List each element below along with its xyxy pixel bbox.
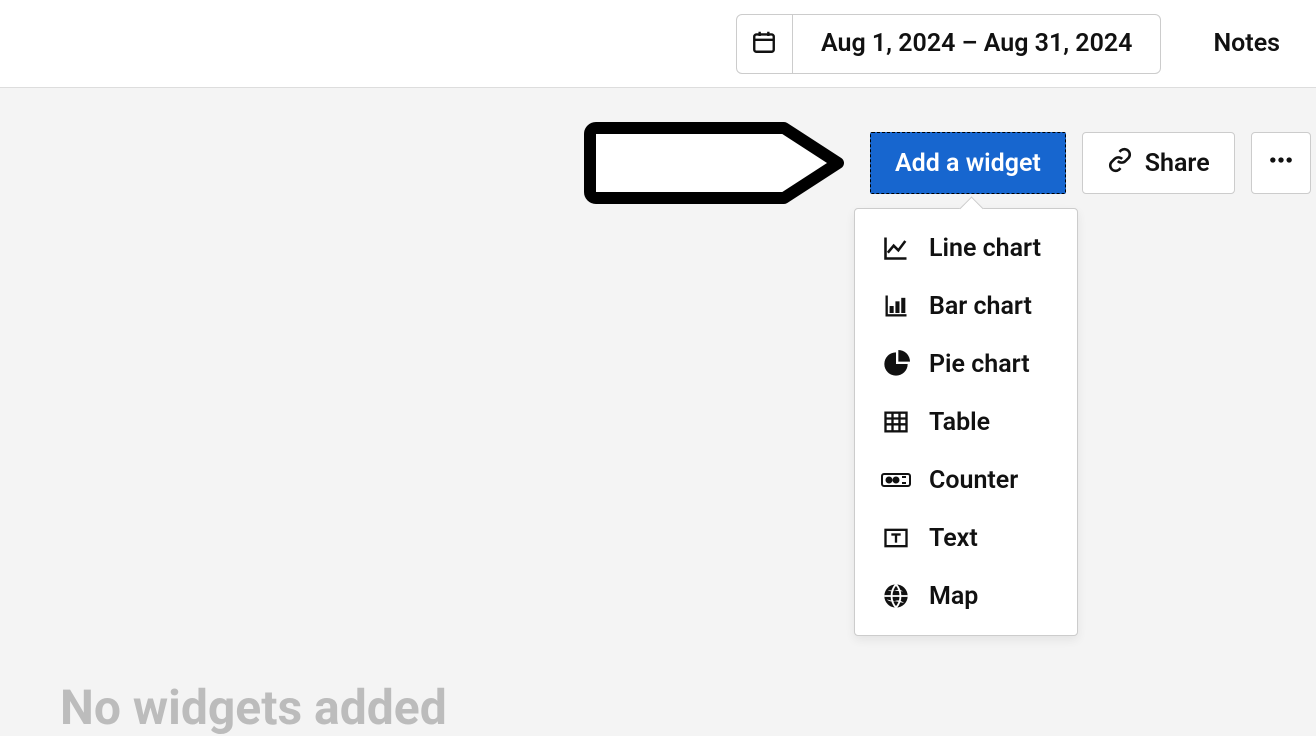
dropdown-item-label: Line chart xyxy=(929,234,1041,263)
add-widget-button[interactable]: Add a widget xyxy=(870,132,1066,194)
dashboard-canvas: Add a widget Share xyxy=(0,88,1316,736)
more-options-button[interactable] xyxy=(1251,132,1311,194)
share-label: Share xyxy=(1145,149,1210,178)
dropdown-item-bar-chart[interactable]: Bar chart xyxy=(855,277,1077,335)
date-range-text[interactable]: Aug 1, 2024 – Aug 31, 2024 xyxy=(793,15,1161,73)
calendar-icon xyxy=(751,29,777,59)
pointer-tag-annotation xyxy=(584,122,844,204)
calendar-button[interactable] xyxy=(737,15,793,73)
dropdown-item-pie-chart[interactable]: Pie chart xyxy=(855,335,1077,393)
dropdown-item-text[interactable]: Text xyxy=(855,509,1077,567)
line-chart-icon xyxy=(881,233,911,263)
date-range-picker[interactable]: Aug 1, 2024 – Aug 31, 2024 xyxy=(736,14,1162,74)
empty-state-message: No widgets added xyxy=(60,679,447,736)
table-icon xyxy=(881,407,911,437)
dropdown-item-counter[interactable]: Counter xyxy=(855,451,1077,509)
dashboard-toolbar: Add a widget Share xyxy=(870,132,1311,194)
dropdown-item-label: Table xyxy=(929,408,990,437)
dropdown-item-label: Counter xyxy=(929,466,1018,495)
dropdown-item-map[interactable]: Map xyxy=(855,567,1077,625)
bar-chart-icon xyxy=(881,291,911,321)
add-widget-dropdown: Line chart Bar chart Pie ch xyxy=(854,208,1078,636)
top-bar: Aug 1, 2024 – Aug 31, 2024 Notes xyxy=(0,0,1316,88)
dropdown-item-label: Bar chart xyxy=(929,292,1032,321)
dropdown-item-label: Text xyxy=(929,524,978,553)
dropdown-item-line-chart[interactable]: Line chart xyxy=(855,219,1077,277)
link-icon xyxy=(1107,147,1133,180)
counter-icon xyxy=(881,465,911,495)
ellipsis-icon xyxy=(1267,146,1295,181)
pie-chart-icon xyxy=(881,349,911,379)
notes-link[interactable]: Notes xyxy=(1213,29,1280,58)
text-icon xyxy=(881,523,911,553)
share-button[interactable]: Share xyxy=(1082,132,1235,194)
dropdown-item-table[interactable]: Table xyxy=(855,393,1077,451)
dropdown-item-label: Map xyxy=(929,582,978,611)
globe-icon xyxy=(881,581,911,611)
add-widget-label: Add a widget xyxy=(895,149,1041,178)
dropdown-item-label: Pie chart xyxy=(929,350,1030,379)
